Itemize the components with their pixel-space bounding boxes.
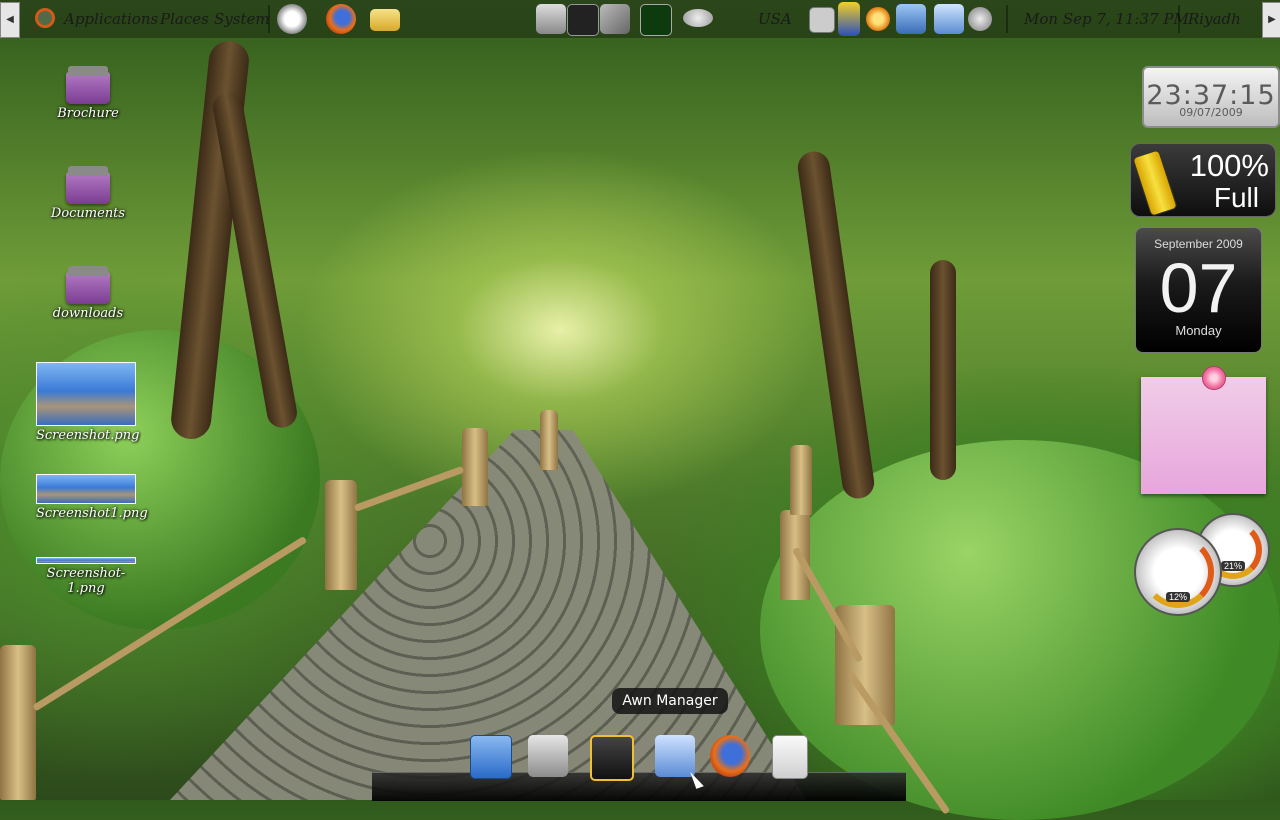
desktop-icon-label: Screenshot1.png: [36, 506, 148, 521]
image-thumbnail-icon: [36, 474, 136, 504]
desktop-icon-screenshot1[interactable]: Screenshot1.png: [36, 474, 148, 521]
calendar-weekday: Monday: [1175, 323, 1222, 338]
panel-separator: [1006, 5, 1008, 33]
cpu-gauge-widget[interactable]: 12%: [1134, 528, 1222, 616]
folder-icon: [66, 266, 110, 304]
folder-icon: [66, 166, 110, 204]
desktop-icon-label: Brochure: [57, 106, 119, 121]
desktop-icon-label: Screenshot-1.png: [46, 566, 126, 596]
panel-clock[interactable]: Mon Sep 7, 11:37 PM: [1024, 10, 1189, 28]
switch-icon[interactable]: [600, 4, 630, 34]
desktop-icon-screenshot[interactable]: Screenshot.png: [36, 362, 140, 443]
terminal-icon[interactable]: [567, 4, 599, 36]
folder-icon[interactable]: [370, 9, 400, 31]
trash-icon[interactable]: [470, 735, 512, 779]
battery-widget[interactable]: 100% Full: [1130, 143, 1276, 217]
usb-icon[interactable]: [536, 4, 566, 34]
clock-applet-icon[interactable]: [277, 4, 307, 34]
calendar-widget[interactable]: September 2009 07 Monday: [1135, 227, 1262, 353]
panel-scroll-right-button[interactable]: ▶: [1262, 2, 1280, 38]
awn-dock: [372, 772, 906, 801]
menu-places[interactable]: Places: [160, 10, 209, 28]
notes-icon[interactable]: [838, 2, 860, 36]
printer-icon[interactable]: [528, 735, 568, 777]
image-thumbnail-icon: [36, 557, 136, 564]
volume-icon[interactable]: [968, 7, 992, 31]
weather-icon[interactable]: [934, 4, 964, 34]
network-share-icon[interactable]: [683, 9, 713, 27]
awn-manager-icon[interactable]: [655, 735, 695, 777]
flower-pin-icon: [1202, 366, 1226, 390]
update-icon[interactable]: [866, 7, 890, 31]
network-icon[interactable]: [896, 4, 926, 34]
image-viewer-icon[interactable]: [772, 735, 808, 779]
panel-separator: [1178, 5, 1180, 33]
desktop-icon-documents[interactable]: Documents: [38, 166, 138, 221]
cpu-gauge-value: 12%: [1165, 592, 1191, 602]
desktop-icon-label: Documents: [50, 206, 126, 221]
menu-applications[interactable]: Applications: [64, 10, 158, 28]
desktop-icon-screenshot-1[interactable]: Screenshot-1.png: [36, 557, 136, 596]
menu-system[interactable]: System: [214, 10, 270, 28]
battery-percent: 100%: [1189, 148, 1269, 183]
system-monitor-icon[interactable]: [640, 4, 672, 36]
desktop-icon-downloads[interactable]: downloads: [38, 266, 138, 321]
panel-separator: [268, 5, 270, 33]
digital-clock-widget[interactable]: 23:37:15 09/07/2009: [1142, 66, 1280, 128]
memory-gauge-value: 21%: [1220, 561, 1246, 571]
sticky-note-widget[interactable]: [1141, 377, 1266, 494]
battery-icon: [1132, 149, 1178, 217]
panel-scroll-left-button[interactable]: ◀: [0, 2, 20, 38]
ubuntu-logo-icon: [35, 8, 55, 28]
media-player-icon[interactable]: [590, 735, 634, 781]
folder-icon: [66, 66, 110, 104]
keyboard-layout-indicator[interactable]: USA: [758, 10, 792, 28]
battery-status: Full: [1213, 182, 1259, 213]
user-menu[interactable]: Riyadh: [1188, 10, 1241, 28]
image-thumbnail-icon: [36, 362, 136, 426]
dock-tooltip: Awn Manager: [612, 688, 728, 714]
desktop-icon-label: downloads: [52, 306, 124, 321]
desktop-icon-brochure[interactable]: Brochure: [38, 66, 138, 121]
calendar-day: 07: [1159, 249, 1238, 327]
firefox-icon[interactable]: [326, 4, 356, 34]
desktop-icon-label: Screenshot.png: [36, 428, 140, 443]
top-panel: ◀ Applications Places System USA Mon Sep…: [0, 0, 1280, 38]
workspace-icon[interactable]: [809, 7, 835, 33]
firefox-icon[interactable]: [710, 735, 750, 777]
